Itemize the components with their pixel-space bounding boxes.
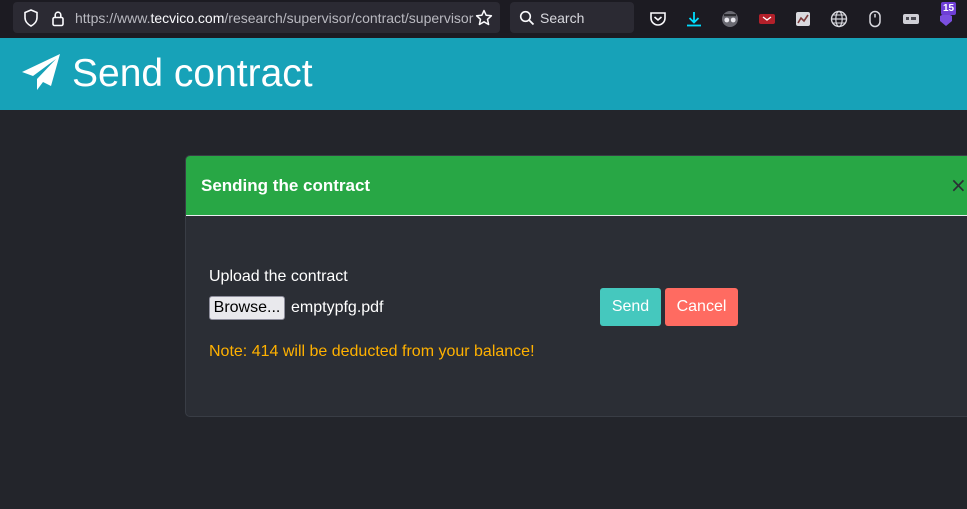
url-bar[interactable]: https://www.tecvico.com/research/supervi…	[13, 2, 500, 33]
chart-extension-icon[interactable]	[793, 9, 813, 29]
search-icon	[517, 8, 537, 28]
browse-button[interactable]: Browse...	[209, 296, 285, 320]
send-button[interactable]: Send	[600, 288, 661, 326]
shield-icon[interactable]	[21, 8, 41, 28]
mouse-icon[interactable]	[865, 9, 885, 29]
search-placeholder: Search	[540, 10, 585, 26]
globe-icon[interactable]	[829, 9, 849, 29]
lock-icon[interactable]	[48, 8, 68, 28]
cancel-button[interactable]: Cancel	[665, 288, 738, 326]
paper-plane-icon	[20, 52, 62, 94]
send-contract-modal: Sending the contract × Upload the contra…	[185, 155, 967, 417]
page-header: Send contract	[0, 38, 967, 110]
url-prefix: https://www.	[75, 10, 151, 26]
upload-label: Upload the contract	[209, 268, 348, 285]
spy-extension-icon[interactable]	[720, 9, 740, 29]
red-extension-icon[interactable]	[757, 9, 777, 29]
balance-note: Note: 414 will be deducted from your bal…	[209, 343, 535, 360]
url-host: tecvico.com	[150, 10, 225, 26]
search-box[interactable]: Search	[510, 2, 634, 33]
pocket-icon[interactable]	[648, 9, 668, 29]
url-text[interactable]: https://www.tecvico.com/research/supervi…	[75, 10, 479, 28]
download-icon[interactable]	[684, 9, 704, 29]
keyboard-extension-icon[interactable]	[901, 9, 921, 29]
browser-toolbar: https://www.tecvico.com/research/supervi…	[0, 0, 967, 39]
modal-title: Sending the contract	[201, 176, 371, 195]
star-icon[interactable]	[474, 8, 494, 28]
close-button[interactable]: ×	[950, 174, 967, 196]
selected-file-name: emptypfg.pdf	[291, 299, 384, 316]
page-title: Send contract	[72, 52, 313, 95]
modal-header: Sending the contract ×	[186, 156, 967, 216]
url-path: /research/supervisor/contract/supervisor	[224, 10, 474, 26]
extension-badge: 15	[941, 2, 956, 15]
